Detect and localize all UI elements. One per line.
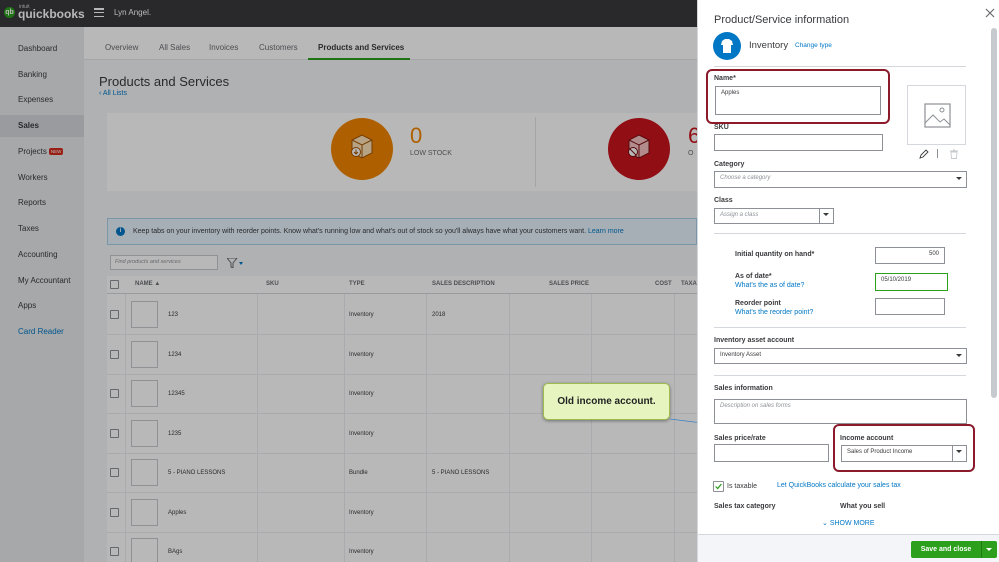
what-you-sell-label: What you sell: [840, 503, 886, 510]
show-more-label: SHOW MORE: [829, 520, 875, 527]
sales-price-field[interactable]: [714, 444, 829, 462]
class-select[interactable]: Assign a class: [714, 208, 834, 224]
sku-label: SKU: [714, 124, 729, 131]
sales-price-label: Sales price/rate: [714, 435, 766, 442]
chevron-down-icon: [956, 177, 962, 180]
separator: [937, 149, 938, 158]
chevron-down-icon: [956, 354, 962, 357]
as-of-date-help-link[interactable]: What's the as of date?: [735, 282, 804, 289]
initial-quantity-label: Initial quantity on hand*: [735, 251, 815, 258]
reorder-point-label: Reorder point: [735, 300, 781, 307]
inventory-asset-account-value: Inventory Asset: [720, 352, 762, 358]
drawer-scrollbar[interactable]: [991, 28, 997, 398]
sales-tax-link[interactable]: Let QuickBooks calculate your sales tax: [777, 482, 901, 489]
annotation-callout: Old income account.: [543, 383, 670, 420]
sku-field[interactable]: [714, 134, 883, 151]
save-and-close-label: Save and close: [920, 546, 972, 553]
income-account-highlight: [833, 424, 975, 472]
chevron-down-icon: [823, 213, 829, 216]
inventory-asset-account-select[interactable]: Inventory Asset: [714, 348, 967, 364]
save-and-close-button[interactable]: Save and close: [911, 541, 997, 558]
is-taxable-checkbox[interactable]: [713, 481, 724, 492]
class-label: Class: [714, 197, 733, 204]
edit-pencil-icon[interactable]: [919, 149, 929, 159]
as-of-date-label: As of date*: [735, 273, 772, 280]
image-placeholder-icon: [924, 103, 951, 128]
save-options-button[interactable]: [981, 541, 997, 558]
drawer-title: Product/Service information: [714, 14, 850, 26]
chevron-down-icon: [986, 548, 992, 551]
class-dropdown-button[interactable]: [819, 209, 833, 223]
class-placeholder: Assign a class: [720, 212, 759, 218]
close-icon[interactable]: [985, 8, 995, 18]
category-select[interactable]: Choose a category: [714, 171, 967, 188]
reorder-point-help-link[interactable]: What's the reorder point?: [735, 309, 813, 316]
divider: [714, 327, 966, 328]
sales-tax-category-label: Sales tax category: [714, 503, 776, 510]
reorder-point-field[interactable]: [875, 298, 945, 315]
drawer-footer: Save and close: [698, 534, 999, 562]
trash-icon[interactable]: [949, 149, 959, 159]
checkmark-icon: [715, 483, 722, 490]
product-service-drawer: Product/Service information Inventory Ch…: [697, 0, 999, 562]
show-more-link[interactable]: ⌄ SHOW MORE: [822, 519, 875, 527]
is-taxable-label: Is taxable: [727, 483, 757, 490]
change-type-link[interactable]: Change type: [795, 42, 832, 49]
product-image-box[interactable]: [907, 85, 966, 145]
sales-information-label: Sales information: [714, 385, 773, 392]
product-type-label: Inventory: [749, 40, 789, 51]
inventory-asset-account-label: Inventory asset account: [714, 337, 795, 344]
sales-description-field[interactable]: Description on sales forms: [714, 399, 967, 424]
divider: [714, 66, 966, 67]
name-highlight: [706, 69, 890, 124]
inventory-type-icon: [713, 32, 741, 60]
modal-backdrop[interactable]: [0, 0, 697, 562]
category-label: Category: [714, 161, 745, 168]
initial-quantity-field[interactable]: 500: [875, 247, 945, 264]
as-of-date-field[interactable]: 05/10/2019: [875, 273, 948, 291]
divider: [714, 233, 966, 234]
category-placeholder: Choose a category: [720, 175, 771, 181]
divider: [714, 375, 966, 376]
